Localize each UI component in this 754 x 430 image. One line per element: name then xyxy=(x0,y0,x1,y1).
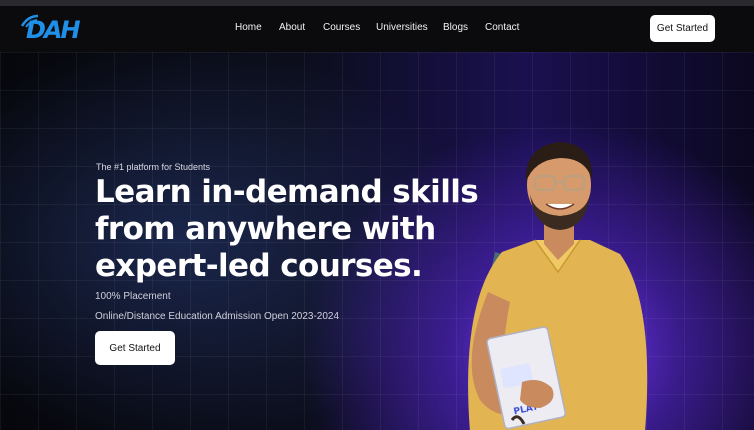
nav-home[interactable]: Home xyxy=(235,22,262,33)
admission-text: Online/Distance Education Admission Open… xyxy=(95,311,340,322)
get-started-nav-button[interactable]: Get Started xyxy=(650,15,715,42)
navbar: DAH Home About Courses Universities Blog… xyxy=(0,6,754,52)
nav-contact[interactable]: Contact xyxy=(485,22,519,33)
headline-line: from anywhere with xyxy=(95,211,436,247)
hero-headline: Learn in-demand skills from anywhere wit… xyxy=(95,174,495,285)
get-started-hero-button[interactable]: Get Started xyxy=(95,331,175,365)
headline-line: Learn in-demand skills xyxy=(95,174,479,210)
headline-line: expert-led courses. xyxy=(95,248,423,284)
brand-logo[interactable]: DAH xyxy=(18,12,81,46)
nav-about[interactable]: About xyxy=(279,22,305,33)
nav-universities[interactable]: Universities xyxy=(376,22,428,33)
student-image: PLAY xyxy=(468,142,648,430)
nav-blogs[interactable]: Blogs xyxy=(443,22,468,33)
hero-tagline: The #1 platform for Students xyxy=(96,162,211,172)
nav-courses[interactable]: Courses xyxy=(323,22,360,33)
hero-section: The #1 platform for Students Learn in-de… xyxy=(0,52,754,430)
logo-text: DAH xyxy=(26,16,81,44)
placement-text: 100% Placement xyxy=(95,291,171,302)
